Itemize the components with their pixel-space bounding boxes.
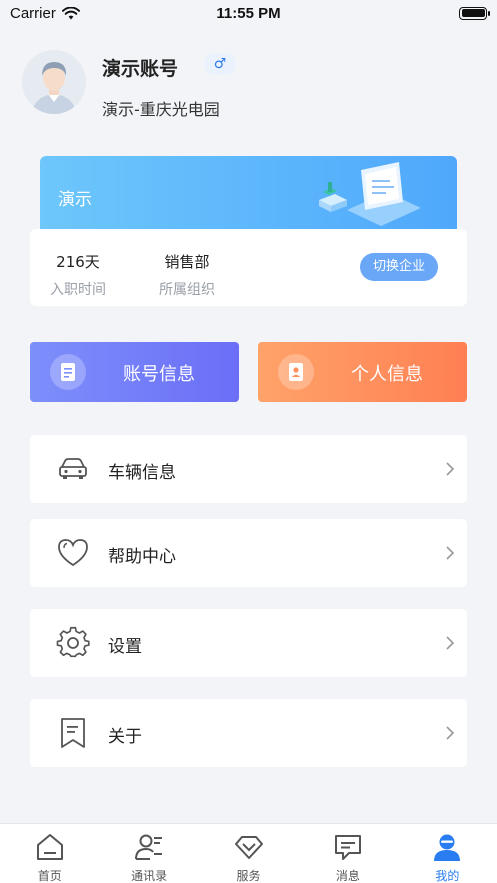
- menu-item-label: 关于: [108, 727, 142, 747]
- tab-messages[interactable]: 消息: [298, 824, 397, 883]
- personal-info-label: 个人信息: [351, 364, 423, 385]
- status-bar: Carrier 11:55 PM: [0, 0, 497, 26]
- switch-enterprise-button[interactable]: 切换企业: [360, 253, 438, 281]
- menu-item-help[interactable]: 帮助中心: [30, 519, 467, 587]
- bookmark-icon: [61, 718, 85, 748]
- enterprise-banner: 演示: [40, 156, 457, 236]
- avatar-person-icon: [22, 50, 86, 114]
- avatar[interactable]: [22, 50, 86, 114]
- menu-item-label: 设置: [108, 637, 142, 657]
- carrier-label: Carrier: [10, 4, 56, 22]
- profile-company: 演示-重庆光电园: [102, 100, 220, 119]
- enterprise-name: 演示: [58, 190, 92, 210]
- heart-icon: [58, 539, 88, 567]
- gear-icon: [56, 626, 90, 658]
- stat-department: 销售部 所属组织: [158, 251, 216, 299]
- tab-home[interactable]: 首页: [0, 824, 99, 883]
- chevron-right-icon: [446, 546, 455, 560]
- wifi-icon: [61, 6, 80, 19]
- message-icon: [334, 835, 361, 860]
- profile-name: 演示账号: [102, 58, 179, 80]
- tab-contacts[interactable]: 通讯录: [99, 824, 198, 883]
- status-left: Carrier: [10, 5, 80, 22]
- stat-department-value: 销售部: [164, 253, 210, 271]
- document-icon: [50, 354, 86, 390]
- menu-item-settings[interactable]: 设置: [30, 609, 467, 677]
- menu-item-label: 车辆信息: [108, 463, 176, 483]
- profile-header: 演示账号 ♂ 演示-重庆光电园: [22, 50, 482, 120]
- chevron-right-icon: [446, 462, 455, 476]
- account-info-label: 账号信息: [123, 364, 195, 385]
- chevron-right-icon: [446, 636, 455, 650]
- battery-icon: [459, 6, 490, 20]
- user-icon: [434, 834, 461, 861]
- tab-messages-label: 消息: [335, 869, 360, 883]
- personal-info-button[interactable]: 个人信息: [258, 342, 467, 402]
- gender-male-icon: ♂: [204, 53, 236, 75]
- stat-tenure: 216天 入职时间: [50, 251, 106, 299]
- tab-bar: 首页 通讯录 服务 消息 我的: [0, 823, 497, 883]
- home-icon: [36, 834, 63, 860]
- tab-contacts-label: 通讯录: [131, 869, 168, 883]
- tab-services-label: 服务: [236, 869, 261, 883]
- id-card-icon: [278, 354, 314, 390]
- stat-tenure-label: 入职时间: [50, 282, 106, 298]
- stat-department-label: 所属组织: [159, 282, 215, 298]
- tab-home-label: 首页: [37, 869, 62, 883]
- tab-mine[interactable]: 我的: [398, 824, 497, 883]
- account-info-button[interactable]: 账号信息: [30, 342, 239, 402]
- stat-tenure-value: 216天: [56, 253, 100, 271]
- menu-item-vehicle[interactable]: 车辆信息: [30, 435, 467, 503]
- diamond-icon: [234, 836, 263, 859]
- enterprise-card: 216天 入职时间 销售部 所属组织 切换企业: [30, 229, 467, 306]
- menu-item-label: 帮助中心: [108, 547, 176, 567]
- tab-mine-label: 我的: [435, 869, 460, 883]
- menu-item-about[interactable]: 关于: [30, 699, 467, 767]
- chevron-right-icon: [446, 726, 455, 740]
- computer-illustration-icon: [319, 162, 421, 226]
- car-icon: [59, 458, 87, 479]
- contacts-icon: [135, 834, 163, 860]
- tab-services[interactable]: 服务: [199, 824, 298, 883]
